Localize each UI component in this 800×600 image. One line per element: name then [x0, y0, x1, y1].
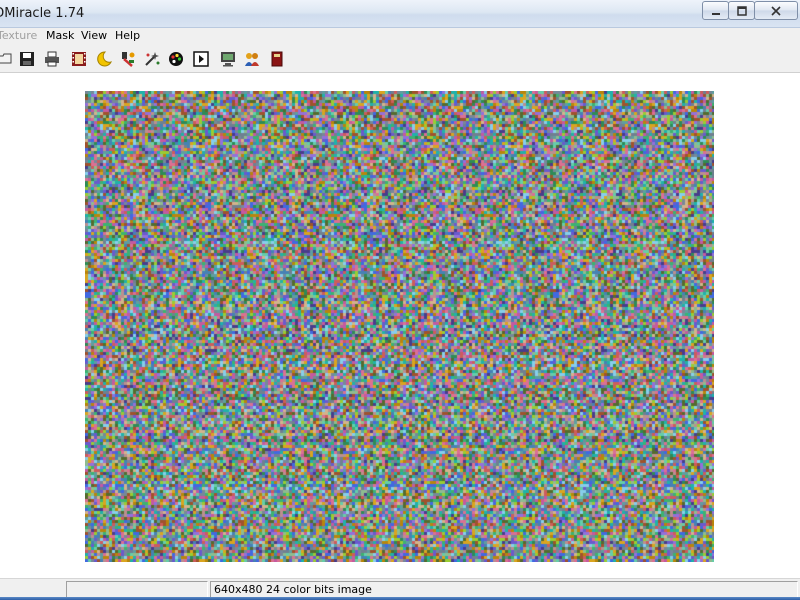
toolbar	[0, 45, 800, 73]
menu-help[interactable]: Help	[115, 29, 140, 42]
magic-wand-button[interactable]	[143, 50, 161, 68]
magic-wand-icon	[145, 52, 160, 66]
print-button[interactable]	[43, 50, 61, 68]
stereogram-canvas	[85, 91, 714, 562]
book-icon	[271, 51, 283, 67]
monitor-icon	[221, 52, 235, 67]
play-icon	[193, 51, 209, 67]
monitor-button[interactable]	[219, 50, 237, 68]
film-button[interactable]	[70, 50, 88, 68]
status-pane-info: 640x480 24 color bits image	[210, 581, 798, 598]
save-icon	[20, 52, 34, 66]
maximize-icon	[736, 5, 747, 16]
title-bar[interactable]: 3DMiracle 1.74	[0, 0, 800, 28]
book-button[interactable]	[268, 50, 286, 68]
minimize-icon	[711, 12, 720, 15]
menu-texture[interactable]: Texture	[0, 29, 37, 42]
palette-icon	[169, 52, 183, 66]
menu-mask[interactable]: Mask	[46, 29, 74, 42]
maximize-button[interactable]	[728, 1, 755, 20]
menu-view[interactable]: View	[81, 29, 107, 42]
people-button[interactable]	[243, 50, 261, 68]
save-button[interactable]	[18, 50, 36, 68]
status-pane-left	[66, 581, 208, 598]
moon-button[interactable]	[95, 50, 113, 68]
people-icon	[245, 53, 259, 66]
minimize-button[interactable]	[702, 1, 729, 20]
print-icon	[45, 51, 59, 67]
play-button[interactable]	[192, 50, 210, 68]
moon-icon	[97, 51, 112, 67]
stereogram-image[interactable]	[85, 91, 714, 562]
close-button[interactable]	[754, 1, 798, 20]
menu-bar: Texture Mask View Help	[0, 28, 800, 45]
film-icon	[72, 52, 86, 66]
window-controls	[702, 1, 798, 20]
paint-tool-icon	[122, 52, 135, 67]
open-button[interactable]	[0, 50, 14, 68]
workspace	[0, 74, 800, 578]
window-title: 3DMiracle 1.74	[0, 6, 85, 21]
open-icon	[0, 53, 12, 64]
close-icon	[771, 5, 781, 16]
palette-button[interactable]	[167, 50, 185, 68]
paint-tool-button[interactable]	[119, 50, 137, 68]
